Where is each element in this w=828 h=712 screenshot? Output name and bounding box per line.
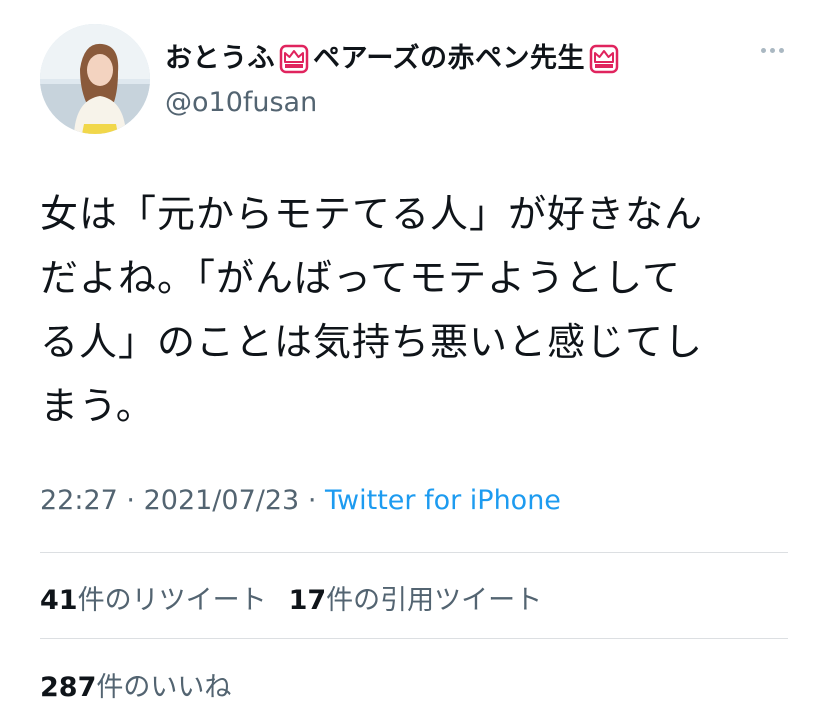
avatar[interactable] xyxy=(40,24,150,134)
tweet-meta: 22:27 · 2021/07/23 · Twitter for iPhone xyxy=(40,485,561,516)
tweet-source-link[interactable]: Twitter for iPhone xyxy=(325,485,561,516)
tweet-text: 女は「元からモテてる人」が好きなん だよね。「がんばってモテようとして る人」の… xyxy=(40,192,704,428)
quotes-stat[interactable]: 17件の引用ツイート xyxy=(289,585,543,616)
crown-badge-icon xyxy=(589,44,619,74)
quotes-label: 件の引用ツイート xyxy=(326,585,543,616)
display-name-part2: ペアーズの赤ペン先生 xyxy=(313,43,586,74)
meta-separator: · xyxy=(126,485,135,516)
display-name-part1: おとうふ xyxy=(165,43,275,74)
quotes-count: 17 xyxy=(288,585,327,616)
retweets-stat[interactable]: 41件のリツイート xyxy=(40,585,267,616)
retweets-count: 41 xyxy=(40,585,78,616)
user-handle[interactable]: @o10fusan xyxy=(165,82,725,124)
user-info[interactable]: おとうふ ペアーズの赤ペン先生 @o10fusan xyxy=(165,40,725,124)
tweet-time[interactable]: 22:27 xyxy=(40,485,118,516)
avatar-photo-icon xyxy=(40,24,150,134)
dot-icon xyxy=(770,48,775,53)
tweet-header: おとうふ ペアーズの赤ペン先生 @o10fusan xyxy=(40,24,788,136)
likes-count: 287 xyxy=(40,672,97,703)
meta-separator: · xyxy=(307,485,317,516)
divider xyxy=(40,638,788,639)
tweet: おとうふ ペアーズの赤ペン先生 @o10fusan 女は「元からモテてる人」が好… xyxy=(0,0,828,712)
divider xyxy=(40,552,788,553)
likes-stat-row: 287件のいいね xyxy=(40,665,231,704)
likes-label: 件のいいね xyxy=(96,672,232,703)
engagement-stats-row: 41件のリツイート 17件の引用ツイート xyxy=(40,578,542,617)
dot-icon xyxy=(761,48,766,53)
more-options-icon[interactable] xyxy=(761,48,784,53)
retweets-label: 件のリツイート xyxy=(77,585,267,616)
display-name[interactable]: おとうふ ペアーズの赤ペン先生 xyxy=(165,40,725,78)
tweet-date[interactable]: 2021/07/23 xyxy=(144,485,300,516)
crown-badge-icon xyxy=(279,44,309,74)
dot-icon xyxy=(779,48,784,53)
likes-stat[interactable]: 287件のいいね xyxy=(40,672,231,703)
